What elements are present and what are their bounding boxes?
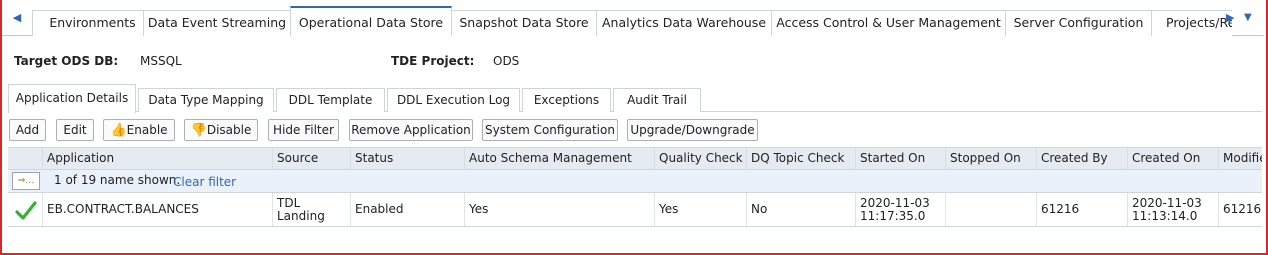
column-header-modified[interactable]: Modifie: [1218, 148, 1262, 170]
clear-filter-link[interactable]: Clear filter: [173, 175, 236, 189]
top-tab-strip: Environments Data Event Streaming Operat…: [32, 6, 1232, 36]
hide-filter-button[interactable]: Hide Filter: [268, 119, 339, 141]
column-header-application[interactable]: Application: [42, 148, 272, 170]
scroll-left-icon[interactable]: ◀: [2, 6, 32, 36]
subtab-audit-trail[interactable]: Audit Trail: [613, 88, 701, 112]
filter-edit-button[interactable]: ⇒…: [12, 172, 40, 190]
cell-source: TDL Landing: [272, 193, 350, 226]
upgrade-downgrade-button[interactable]: Upgrade/Downgrade: [627, 119, 758, 141]
cell-quality-check: Yes: [654, 193, 746, 226]
cell-created-on: 2020-11-03 11:13:14.0: [1127, 193, 1218, 226]
scroll-right-icon[interactable]: ▶: [1226, 6, 1240, 36]
disable-label: Disable: [206, 123, 252, 137]
column-header-dq-topic-check[interactable]: DQ Topic Check: [746, 148, 855, 170]
table-row[interactable]: EB.CONTRACT.BALANCES TDL Landing Enabled…: [8, 193, 1262, 227]
thumbs-up-icon: 👍: [110, 123, 127, 138]
sub-tab-bar: Application Details Data Type Mapping DD…: [8, 84, 1262, 113]
cell-dq-topic-check: No: [746, 193, 855, 226]
target-ods-value: MSSQL: [140, 54, 182, 68]
cell-application: EB.CONTRACT.BALANCES: [42, 193, 272, 226]
tab-operational-data-store[interactable]: Operational Data Store: [290, 6, 452, 36]
subtab-data-type-mapping[interactable]: Data Type Mapping: [138, 88, 274, 112]
column-header-quality-check[interactable]: Quality Check: [654, 148, 746, 170]
filter-summary: 1 of 19 name shown.: [54, 173, 181, 187]
tab-data-event-streaming[interactable]: Data Event Streaming: [143, 10, 291, 36]
system-configuration-button[interactable]: System Configuration: [482, 119, 618, 141]
tab-access-control[interactable]: Access Control & User Management: [771, 10, 1006, 36]
target-ods-label: Target ODS DB:: [14, 54, 119, 68]
column-header-auto-schema[interactable]: Auto Schema Management: [464, 148, 654, 170]
subtab-application-details[interactable]: Application Details: [8, 84, 136, 113]
column-header-status[interactable]: Status: [350, 148, 464, 170]
tab-server-configuration[interactable]: Server Configuration: [1005, 10, 1152, 36]
top-tab-bar: ◀ Environments Data Event Streaming Oper…: [2, 6, 1264, 36]
cell-status: Enabled: [350, 193, 464, 226]
cell-auto-schema: Yes: [464, 193, 654, 226]
column-header-stopped-on[interactable]: Stopped On: [945, 148, 1036, 170]
subtab-ddl-template[interactable]: DDL Template: [276, 88, 385, 112]
thumbs-down-icon: 👎: [190, 123, 207, 138]
column-header-started-on[interactable]: Started On: [855, 148, 945, 170]
column-header-source[interactable]: Source: [272, 148, 350, 170]
tab-analytics-data-warehouse[interactable]: Analytics Data Warehouse: [596, 10, 772, 36]
remove-application-button[interactable]: Remove Application: [349, 119, 473, 141]
subtab-ddl-execution-log[interactable]: DDL Execution Log: [387, 88, 520, 112]
tde-project-label: TDE Project:: [391, 54, 475, 68]
subtab-exceptions[interactable]: Exceptions: [522, 88, 611, 112]
add-button[interactable]: Add: [9, 119, 46, 141]
tab-environments[interactable]: Environments: [32, 10, 153, 36]
tde-project-value: ODS: [493, 54, 520, 68]
cell-started-on: 2020-11-03 11:17:35.0: [855, 193, 945, 226]
tab-projects[interactable]: Projects/Re: [1151, 10, 1232, 36]
tab-menu-chevron-down-icon[interactable]: ▼: [1244, 6, 1258, 36]
column-header-created-on[interactable]: Created On: [1127, 148, 1218, 170]
enable-button[interactable]: 👍Enable: [103, 119, 175, 141]
checkmark-icon: [15, 201, 37, 220]
disable-button[interactable]: 👎Disable: [184, 119, 258, 141]
cell-stopped-on: [945, 193, 1036, 226]
filter-row: ⇒… 1 of 19 name shown. Clear filter: [8, 170, 1262, 193]
column-header-created-by[interactable]: Created By: [1036, 148, 1127, 170]
edit-button[interactable]: Edit: [56, 119, 94, 141]
tab-snapshot-data-store[interactable]: Snapshot Data Store: [451, 10, 597, 36]
cell-modified: 61216: [1218, 193, 1262, 226]
filter-icon: ⇒…: [17, 176, 35, 186]
cell-created-by: 61216: [1036, 193, 1127, 226]
grid-header: Application Source Status Auto Schema Ma…: [8, 147, 1262, 170]
enable-label: Enable: [126, 123, 168, 137]
select-column-header: [8, 148, 42, 170]
